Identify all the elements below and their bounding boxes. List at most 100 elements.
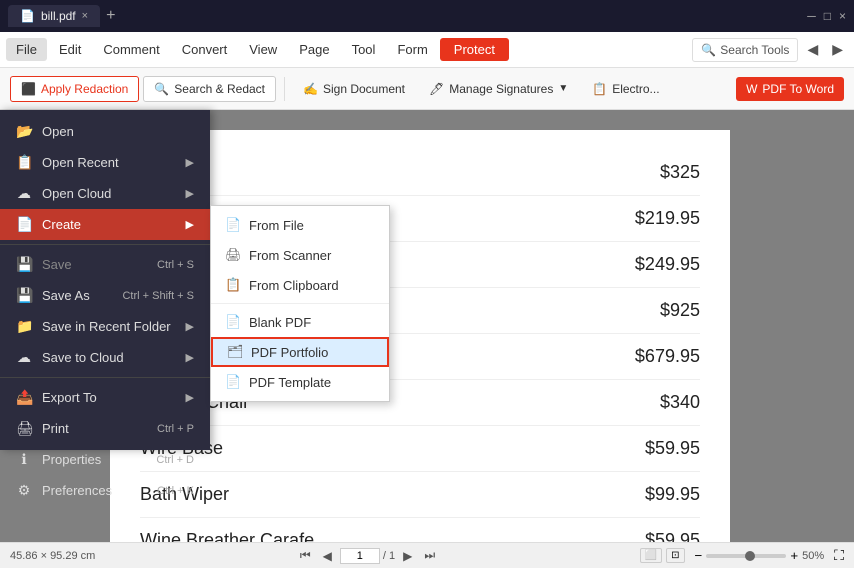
submenu-pdf-portfolio[interactable]: 🗂 PDF Portfolio <box>211 337 389 367</box>
last-page-button[interactable]: ⏭ <box>420 547 439 564</box>
fit-page-button[interactable]: ⬜ <box>640 548 662 563</box>
preferences-icon: ⚙ <box>16 482 32 499</box>
save-recent-arrow: ▶ <box>186 320 194 333</box>
product-price: $59.95 <box>645 438 700 459</box>
create-submenu: 📄 From File 🖨 From Scanner 📋 From Clipbo… <box>210 205 390 402</box>
zoom-out-button[interactable]: − <box>695 548 703 563</box>
sign-icon: ✍ <box>303 82 318 96</box>
page-indicator: / 1 <box>340 548 395 564</box>
file-menu: 📂 Open 📋 Open Recent ▶ ☁ Open Cloud ▶ 📄 … <box>0 110 210 450</box>
file-tab[interactable]: 📄 bill.pdf × <box>8 5 100 27</box>
menu-item-preferences[interactable]: ⚙ Preferences Ctrl + K <box>0 475 210 506</box>
menu-item-save[interactable]: 💾 Save Ctrl + S <box>0 249 210 280</box>
minimize-button[interactable]: ─ <box>807 9 816 23</box>
menu-bar: File Edit Comment Convert View Page Tool… <box>0 32 854 68</box>
close-tab-button[interactable]: × <box>82 10 88 22</box>
chevron-down-icon: ▼ <box>558 83 568 94</box>
menu-item-properties[interactable]: ℹ Properties Ctrl + D <box>0 444 210 475</box>
menu-item-print[interactable]: 🖨 Print Ctrl + P <box>0 413 210 444</box>
zoom-slider[interactable] <box>706 554 786 558</box>
fullscreen-button[interactable]: ⛶ <box>834 547 844 564</box>
search-tools-button[interactable]: 🔍 Search Tools <box>692 38 798 62</box>
dimensions-label: 45.86 × 95.29 cm <box>10 550 95 562</box>
menu-view[interactable]: View <box>239 38 287 61</box>
product-price: $340 <box>660 392 700 413</box>
fit-width-button[interactable]: ⊡ <box>666 548 684 563</box>
from-file-icon: 📄 <box>225 217 241 233</box>
from-file-label: From File <box>249 218 304 233</box>
create-label: Create <box>42 217 81 232</box>
blank-pdf-icon: 📄 <box>225 314 241 330</box>
toolbar-divider-1 <box>284 77 285 101</box>
main-area: 📂 Open 📋 Open Recent ▶ ☁ Open Cloud ▶ 📄 … <box>0 110 854 542</box>
pdf-to-word-button[interactable]: W PDF To Word <box>736 77 844 101</box>
search-redact-button[interactable]: 🔍 Search & Redact <box>143 76 276 102</box>
menu-convert[interactable]: Convert <box>172 38 238 61</box>
menu-item-create[interactable]: 📄 Create ▶ <box>0 209 210 240</box>
search-icon: 🔍 <box>701 43 716 57</box>
menu-comment[interactable]: Comment <box>93 38 169 61</box>
menu-item-open-cloud[interactable]: ☁ Open Cloud ▶ <box>0 178 210 209</box>
menu-form[interactable]: Form <box>387 38 437 61</box>
menu-protect[interactable]: Protect <box>440 38 509 61</box>
manage-signatures-label: Manage Signatures <box>449 82 553 96</box>
close-window-button[interactable]: × <box>839 9 846 23</box>
product-price: $679.95 <box>635 346 700 367</box>
product-price: $219.95 <box>635 208 700 229</box>
save-as-label: Save As <box>42 288 90 303</box>
submenu-from-scanner[interactable]: 🖨 From Scanner <box>211 240 389 270</box>
open-recent-label: Open Recent <box>42 155 119 170</box>
status-bar: 45.86 × 95.29 cm ⏮ ◀ / 1 ▶ ⏭ ⬜ ⊡ − + 50%… <box>0 542 854 568</box>
maximize-button[interactable]: □ <box>824 9 831 23</box>
open-label: Open <box>42 124 74 139</box>
search-redact-icon: 🔍 <box>154 82 169 96</box>
print-icon: 🖨 <box>16 420 32 437</box>
menu-item-save-recent[interactable]: 📁 Save in Recent Folder ▶ <box>0 311 210 342</box>
properties-shortcut: Ctrl + D <box>156 454 194 466</box>
save-icon: 💾 <box>16 256 32 273</box>
electronic-button[interactable]: 📋 Electro... <box>582 77 669 101</box>
product-price: $249.95 <box>635 254 700 275</box>
menu-divider-2 <box>0 377 210 378</box>
prev-page-button[interactable]: ◀ <box>319 548 336 564</box>
sign-document-button[interactable]: ✍ Sign Document <box>293 77 415 101</box>
arrow-icon: ▶ <box>186 156 194 169</box>
open-cloud-icon: ☁ <box>16 185 32 202</box>
menu-item-save-as[interactable]: 💾 Save As Ctrl + Shift + S <box>0 280 210 311</box>
product-price: $325 <box>660 162 700 183</box>
nav-forward-button[interactable]: ▶ <box>827 39 848 60</box>
menu-item-open[interactable]: 📂 Open <box>0 116 210 147</box>
export-icon: 📤 <box>16 389 32 406</box>
manage-sig-icon: 🖊 <box>429 82 444 96</box>
save-cloud-icon: ☁ <box>16 349 32 366</box>
zoom-slider-thumb <box>745 551 755 561</box>
submenu-pdf-template[interactable]: 📄 PDF Template <box>211 367 389 397</box>
menu-page[interactable]: Page <box>289 38 339 61</box>
save-as-icon: 💾 <box>16 287 32 304</box>
submenu-from-clipboard[interactable]: 📋 From Clipboard <box>211 270 389 300</box>
menu-tool[interactable]: Tool <box>342 38 386 61</box>
submenu-blank-pdf[interactable]: 📄 Blank PDF <box>211 307 389 337</box>
nav-back-button[interactable]: ◀ <box>802 39 823 60</box>
first-page-button[interactable]: ⏮ <box>296 547 315 564</box>
export-label: Export To <box>42 390 97 405</box>
menu-edit[interactable]: Edit <box>49 38 91 61</box>
save-label: Save <box>42 257 72 272</box>
zoom-in-button[interactable]: + <box>790 548 798 563</box>
menu-item-export[interactable]: 📤 Export To ▶ <box>0 382 210 413</box>
submenu-from-file[interactable]: 📄 From File <box>211 210 389 240</box>
apply-redaction-button[interactable]: ⬛ Apply Redaction <box>10 76 139 102</box>
next-page-button[interactable]: ▶ <box>399 548 416 564</box>
add-tab-button[interactable]: + <box>106 7 115 25</box>
page-navigation: ⏮ ◀ / 1 ▶ ⏭ <box>296 547 439 564</box>
menu-item-save-cloud[interactable]: ☁ Save to Cloud ▶ <box>0 342 210 373</box>
page-input[interactable] <box>340 548 380 564</box>
title-bar: 📄 bill.pdf × + ─ □ × <box>0 0 854 32</box>
menu-item-open-recent[interactable]: 📋 Open Recent ▶ <box>0 147 210 178</box>
electronic-icon: 📋 <box>592 82 607 96</box>
search-redact-label: Search & Redact <box>174 82 265 96</box>
manage-signatures-button[interactable]: 🖊 Manage Signatures ▼ <box>419 77 578 101</box>
print-shortcut: Ctrl + P <box>157 423 194 435</box>
product-price: $925 <box>660 300 700 321</box>
menu-file[interactable]: File <box>6 38 47 61</box>
